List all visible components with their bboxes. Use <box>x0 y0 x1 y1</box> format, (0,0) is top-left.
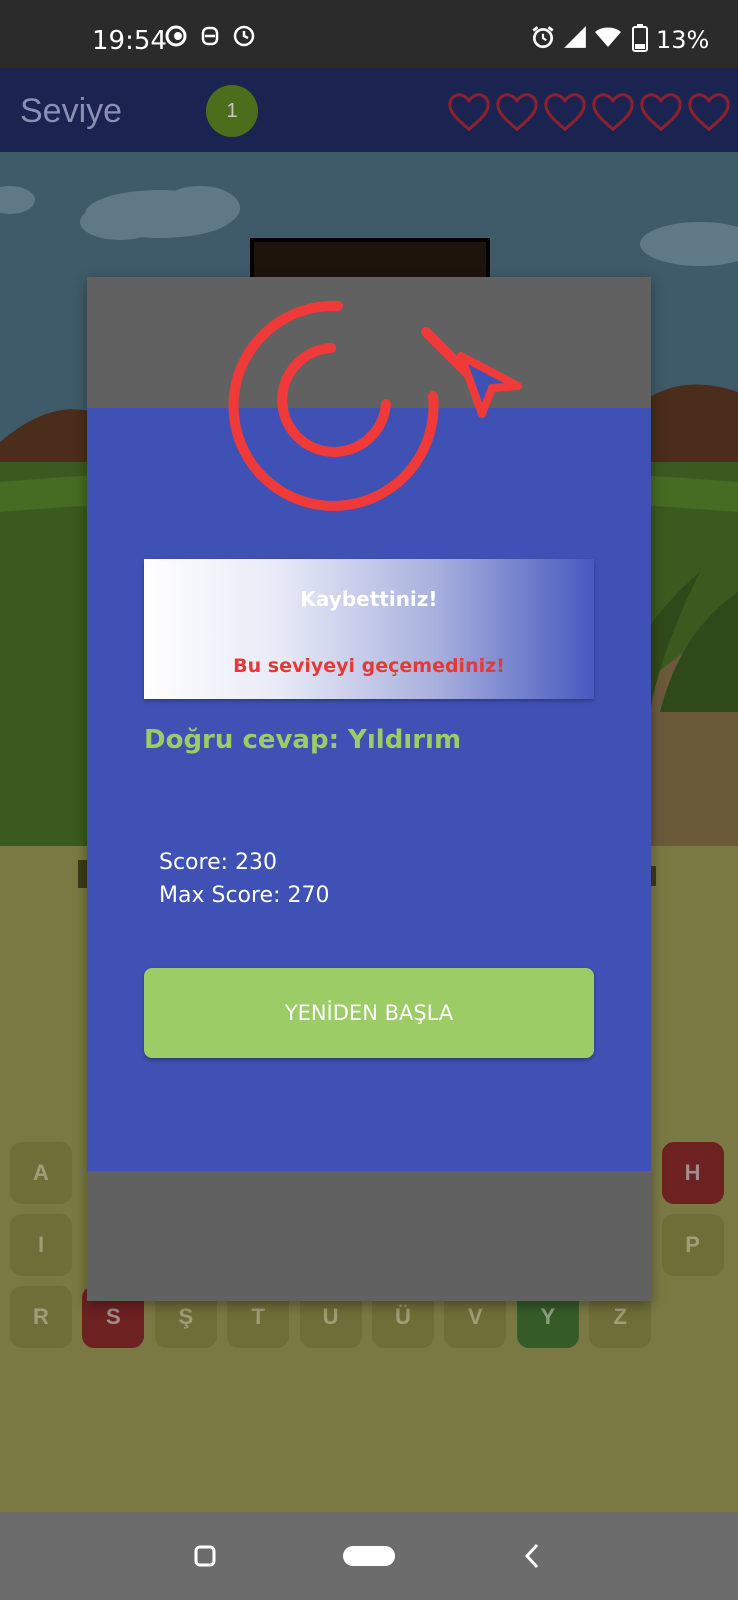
level-title: Seviye <box>20 92 123 130</box>
wifi-icon <box>595 27 621 47</box>
result-message-box: Kaybettiniz! Bu seviyeyi geçemediniz! <box>144 559 594 699</box>
signal-icon <box>564 26 586 48</box>
key-i[interactable]: I <box>10 1214 72 1276</box>
key-r[interactable]: R <box>10 1286 72 1348</box>
correct-answer-label: Doğru cevap: Yıldırım <box>144 725 462 755</box>
notification-icon <box>201 26 219 46</box>
heart-icon <box>448 93 490 132</box>
lives-hearts <box>446 90 736 134</box>
status-bar: 19:54 13% <box>0 0 738 68</box>
status-time: 19:54 <box>92 26 167 56</box>
heart-icon <box>496 93 538 132</box>
alarm-icon <box>532 26 554 49</box>
app-notification-icon <box>165 25 187 47</box>
max-score-label: Max Score: 270 <box>159 883 330 908</box>
key-p[interactable]: P <box>661 1214 724 1276</box>
home-pill-icon[interactable] <box>343 1546 395 1566</box>
level-badge: 1 <box>206 85 258 137</box>
restart-button[interactable]: YENİDEN BAŞLA <box>144 968 594 1058</box>
back-icon[interactable] <box>524 1543 540 1569</box>
result-subtitle: Bu seviyeyi geçemediniz! <box>233 655 505 677</box>
result-title: Kaybettiniz! <box>300 587 438 611</box>
clock-notification-icon <box>233 25 255 47</box>
heart-icon <box>592 93 634 132</box>
heart-icon <box>640 93 682 132</box>
score-label: Score: 230 <box>159 850 278 875</box>
heart-icon <box>688 93 730 132</box>
target-icon <box>228 300 522 511</box>
battery-icon <box>632 24 648 52</box>
navigation-bar <box>0 1512 738 1600</box>
heart-icon <box>544 93 586 132</box>
key-a[interactable]: A <box>10 1142 72 1204</box>
battery-percent: 13% <box>656 26 710 54</box>
key-h[interactable]: H <box>661 1142 724 1204</box>
recents-icon[interactable] <box>194 1545 216 1567</box>
